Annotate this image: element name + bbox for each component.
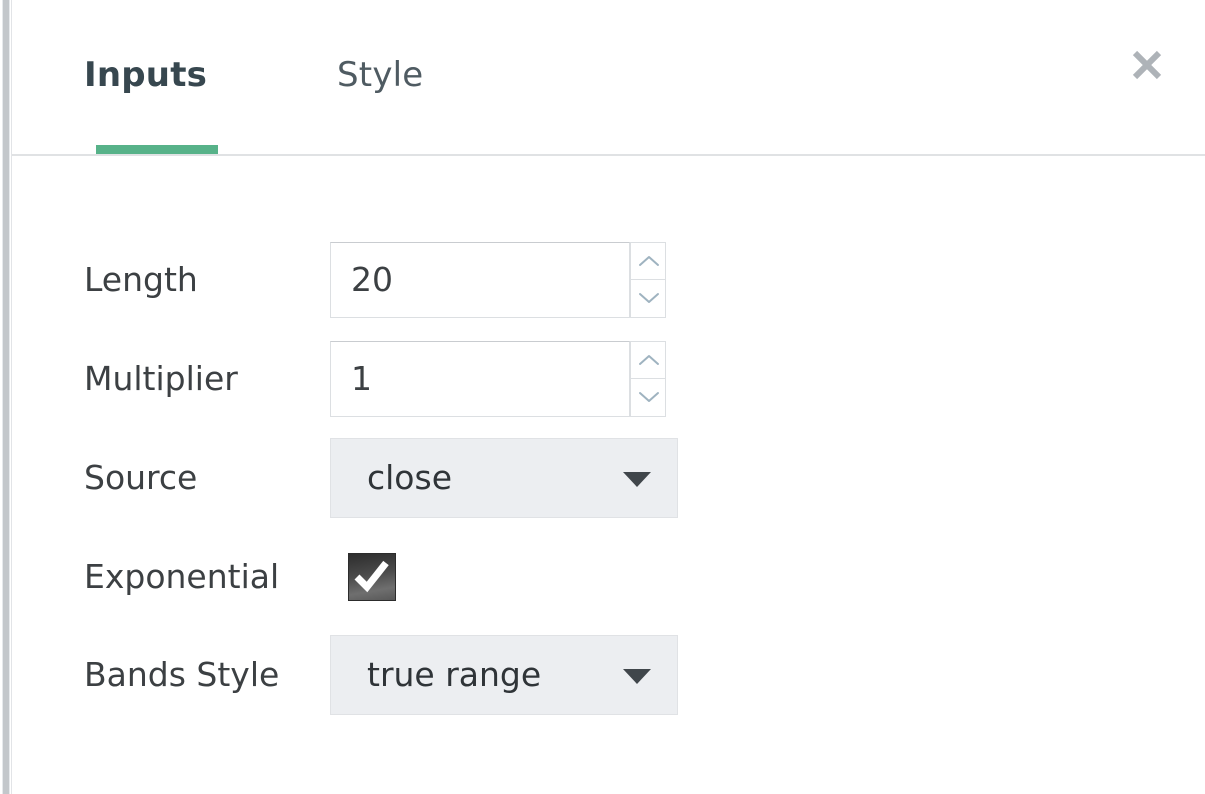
inputs-form: Length 20 Multiplier 1 Source close Expo…: [12, 156, 1205, 794]
multiplier-value: 1: [351, 359, 372, 398]
length-input[interactable]: 20: [330, 242, 630, 318]
label-multiplier: Multiplier: [84, 359, 238, 398]
bands-style-select[interactable]: true range: [330, 635, 678, 715]
label-bands-style: Bands Style: [84, 655, 280, 694]
length-stepper: 20: [330, 242, 666, 318]
multiplier-decrement-button[interactable]: [630, 379, 666, 417]
close-icon: [1124, 42, 1170, 88]
indicator-settings-dialog: Inputs Style Length 20 Multiplier 1 Sour…: [0, 0, 1205, 794]
chevron-down-icon: [623, 669, 651, 684]
length-decrement-button[interactable]: [630, 280, 666, 318]
chevron-down-icon: [623, 472, 651, 487]
label-source: Source: [84, 458, 198, 497]
length-spin-buttons: [630, 242, 666, 318]
dialog-header: Inputs Style: [12, 0, 1205, 156]
label-length: Length: [84, 260, 198, 299]
tab-style[interactable]: Style: [337, 52, 423, 98]
multiplier-spin-buttons: [630, 341, 666, 417]
close-button[interactable]: [1124, 42, 1170, 88]
tab-inputs[interactable]: Inputs: [84, 52, 207, 98]
multiplier-stepper: 1: [330, 341, 666, 417]
exponential-checkbox[interactable]: [348, 553, 396, 601]
scrollbar-thumb[interactable]: [3, 0, 9, 794]
label-exponential: Exponential: [84, 557, 280, 596]
multiplier-increment-button[interactable]: [630, 341, 666, 379]
left-scrollbar[interactable]: [0, 0, 12, 794]
tab-strip: Inputs Style: [12, 0, 1205, 156]
source-select[interactable]: close: [330, 438, 678, 518]
multiplier-input[interactable]: 1: [330, 341, 630, 417]
bands-style-selected-value: true range: [367, 655, 542, 694]
length-increment-button[interactable]: [630, 242, 666, 280]
source-selected-value: close: [367, 458, 452, 497]
length-value: 20: [351, 260, 393, 299]
